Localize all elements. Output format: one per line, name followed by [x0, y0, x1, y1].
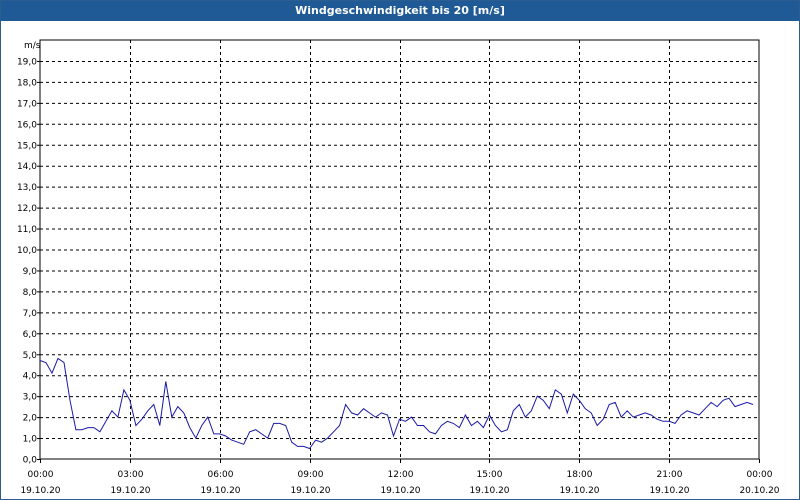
x-tick-date-label: 20.10.20 [739, 486, 779, 496]
x-tick-date-label: 19.10.20 [20, 486, 60, 496]
x-tick-time-label: 12:00 [388, 470, 414, 480]
y-tick-label: 4,0 [23, 372, 38, 382]
x-tick-date-label: 19.10.20 [649, 486, 689, 496]
y-tick-label: 8,0 [23, 288, 38, 298]
y-axis: 0,0 1,0 2,0 3,0 4,0 5,0 6,0 7,0 8,0 9,0 10,0 11,0 12… [17, 57, 40, 466]
x-tick-time-label: 00:00 [28, 470, 54, 480]
y-tick-label: 6,0 [23, 330, 38, 340]
x-tick-time-label: 18:00 [567, 470, 593, 480]
y-tick-label: 5,0 [23, 351, 38, 361]
x-tick-time-label: 03:00 [118, 470, 144, 480]
plot-area [39, 39, 760, 460]
y-tick-label: 16,0 [17, 120, 37, 130]
x-tick-date-label: 19.10.20 [110, 486, 150, 496]
y-tick-label: 17,0 [17, 99, 37, 109]
y-tick-label: 0,0 [23, 456, 38, 466]
y-tick-label: 1,0 [23, 435, 38, 445]
y-tick-label: 2,0 [23, 414, 38, 424]
x-tick-date-label: 19.10.20 [200, 486, 240, 496]
y-tick-label: 12,0 [17, 204, 37, 214]
y-tick-label: 3,0 [23, 393, 38, 403]
y-tick-label: 10,0 [17, 246, 37, 256]
y-tick-label: 19,0 [17, 57, 37, 67]
x-tick-time-label: 21:00 [657, 470, 683, 480]
y-axis-unit: m/s [24, 41, 41, 51]
x-tick-time-label: 06:00 [208, 470, 234, 480]
y-tick-label: 13,0 [17, 183, 37, 193]
y-tick-label: 7,0 [23, 309, 38, 319]
x-tick-date-label: 19.10.20 [559, 486, 599, 496]
x-tick-date-label: 19.10.20 [380, 486, 420, 496]
x-axis: 00:00 19.10.20 03:00 19.10.20 06:00 19.10.20 0… [20, 459, 780, 496]
x-tick-date-label: 19.10.20 [290, 486, 330, 496]
y-tick-label: 15,0 [17, 141, 37, 151]
y-tick-label: 14,0 [17, 162, 37, 172]
y-tick-label: 18,0 [17, 78, 37, 88]
x-tick-time-label: 00:00 [747, 470, 773, 480]
chart-canvas: 0,0 1,0 2,0 3,0 4,0 5,0 6,0 7,0 8,0 9,0 10,0 11,0 12… [17, 39, 780, 496]
x-tick-time-label: 15:00 [477, 470, 503, 480]
x-tick-time-label: 09:00 [298, 470, 324, 480]
y-tick-label: 9,0 [23, 267, 38, 277]
y-tick-label: 11,0 [17, 225, 37, 235]
x-tick-date-label: 19.10.20 [469, 486, 509, 496]
